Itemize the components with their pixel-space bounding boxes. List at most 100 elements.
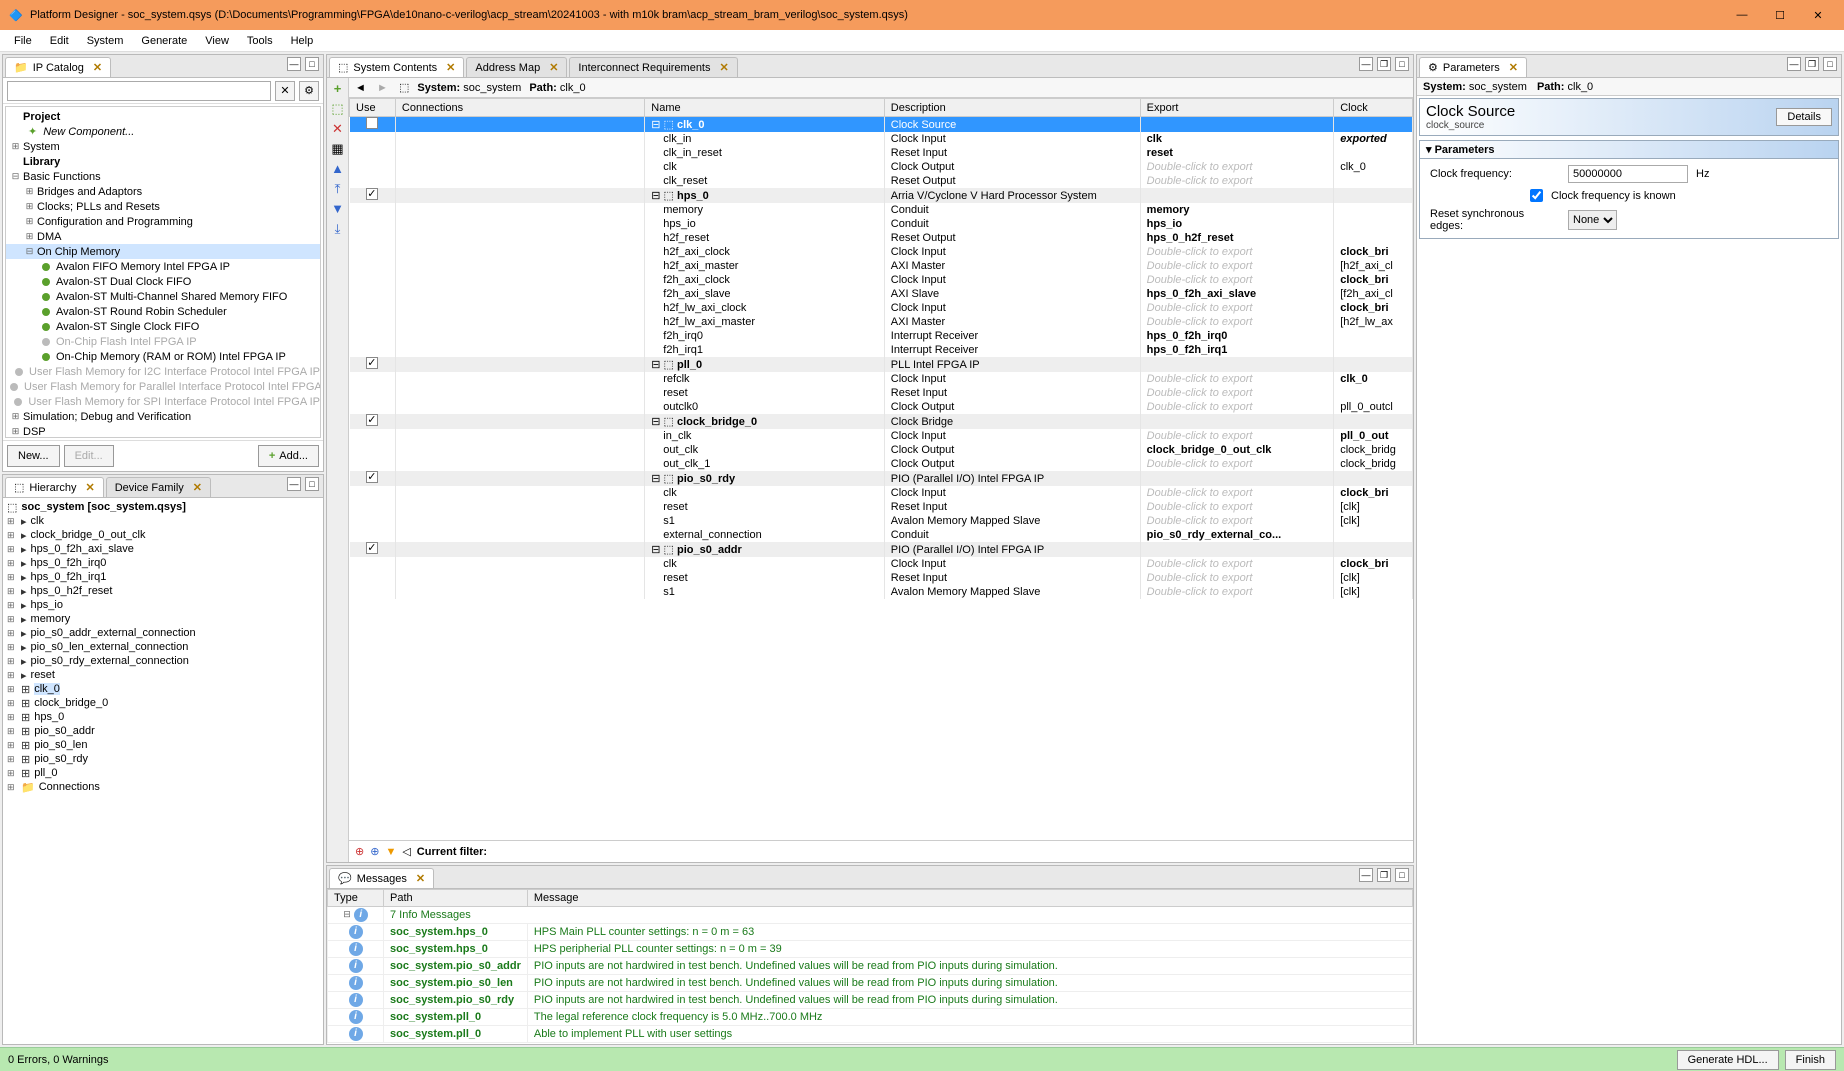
menu-system[interactable]: System <box>79 33 132 49</box>
menu-edit[interactable]: Edit <box>42 33 77 49</box>
message-row[interactable]: isoc_system.hps_0HPS Main PLL counter se… <box>328 924 1413 941</box>
close-icon[interactable]: ✕ <box>1509 61 1518 74</box>
table-row[interactable]: resetReset InputDouble-click to export <box>350 386 1413 400</box>
ip-tree-item[interactable]: ⊟Basic Functions <box>6 169 320 184</box>
table-row[interactable]: ⊟ ⬚ pio_s0_rdyPIO (Parallel I/O) Intel F… <box>350 471 1413 486</box>
ip-tree-item[interactable]: On-Chip Memory (RAM or ROM) Intel FPGA I… <box>6 349 320 364</box>
close-button[interactable]: ✕ <box>1808 9 1828 22</box>
table-row[interactable]: clkClock InputDouble-click to exportcloc… <box>350 486 1413 500</box>
table-row[interactable]: out_clkClock Outputclock_bridge_0_out_cl… <box>350 443 1413 457</box>
remove-icon[interactable]: ✕ <box>331 122 345 136</box>
clock-known-checkbox[interactable] <box>1530 189 1543 202</box>
hierarchy-item[interactable]: ⊞▸hps_0_h2f_reset <box>7 584 319 598</box>
table-row[interactable]: resetReset InputDouble-click to export[c… <box>350 500 1413 514</box>
table-row[interactable]: s1Avalon Memory Mapped SlaveDouble-click… <box>350 585 1413 599</box>
add-button[interactable]: +Add... <box>258 445 319 467</box>
minimize-panel-icon[interactable]: — <box>1359 57 1373 71</box>
hierarchy-item[interactable]: ⊞⊞pio_s0_addr <box>7 724 319 738</box>
ip-tree-item[interactable]: ⊞Simulation; Debug and Verification <box>6 409 320 424</box>
hierarchy-item[interactable]: ⊞⊞pio_s0_rdy <box>7 752 319 766</box>
hierarchy-item[interactable]: ⊞▸pio_s0_addr_external_connection <box>7 626 319 640</box>
forward-icon[interactable]: ► <box>377 82 391 94</box>
table-row[interactable]: clkClock InputDouble-click to exportcloc… <box>350 557 1413 571</box>
table-row[interactable]: h2f_lw_axi_clockClock InputDouble-click … <box>350 301 1413 315</box>
new-button[interactable]: New... <box>7 445 60 467</box>
table-row[interactable]: hps_ioConduithps_io <box>350 217 1413 231</box>
ip-tree-item[interactable]: Avalon-ST Single Clock FIFO <box>6 319 320 334</box>
restore-panel-icon[interactable]: ❐ <box>1377 868 1391 882</box>
table-row[interactable]: clk_resetReset OutputDouble-click to exp… <box>350 174 1413 188</box>
table-row[interactable]: ⊟ ⬚ pio_s0_addrPIO (Parallel I/O) Intel … <box>350 542 1413 557</box>
ip-tree-item[interactable]: ⊟On Chip Memory <box>6 244 320 259</box>
ip-tree-item[interactable]: ⊞DSP <box>6 424 320 438</box>
table-row[interactable]: resetReset InputDouble-click to export[c… <box>350 571 1413 585</box>
clear-search-icon[interactable]: ✕ <box>275 81 295 101</box>
ip-tree-item[interactable]: Project <box>6 109 320 124</box>
messages-table[interactable]: Type Path Message ⊟ i7 Info Messagesisoc… <box>327 889 1413 1043</box>
table-row[interactable]: ⊟ ⬚ pll_0PLL Intel FPGA IP <box>350 357 1413 372</box>
hierarchy-item[interactable]: ⊞▸hps_0_f2h_irq0 <box>7 556 319 570</box>
maximize-button[interactable]: ☐ <box>1770 9 1790 22</box>
table-row[interactable]: in_clkClock InputDouble-click to exportp… <box>350 429 1413 443</box>
tab-device-family[interactable]: Device Family ✕ <box>106 477 211 497</box>
finish-button[interactable]: Finish <box>1785 1050 1836 1070</box>
maximize-panel-icon[interactable]: □ <box>1823 57 1837 71</box>
table-row[interactable]: f2h_irq0Interrupt Receiverhps_0_f2h_irq0 <box>350 329 1413 343</box>
hierarchy-item[interactable]: ⊞▸hps_0_f2h_axi_slave <box>7 542 319 556</box>
maximize-panel-icon[interactable]: □ <box>305 57 319 71</box>
close-icon[interactable]: ✕ <box>416 872 425 885</box>
use-checkbox[interactable] <box>366 471 378 483</box>
maximize-panel-icon[interactable]: □ <box>1395 57 1409 71</box>
move-top-icon[interactable]: ⤒ <box>331 182 345 196</box>
minimize-button[interactable]: — <box>1732 9 1752 22</box>
move-down-icon[interactable]: ▼ <box>331 202 345 216</box>
hierarchy-item[interactable]: ⊞▸pio_s0_len_external_connection <box>7 640 319 654</box>
message-row[interactable]: isoc_system.hps_0HPS peripherial PLL cou… <box>328 941 1413 958</box>
add-icon[interactable]: + <box>331 82 345 96</box>
use-checkbox[interactable] <box>366 357 378 369</box>
minimize-panel-icon[interactable]: — <box>1359 868 1373 882</box>
ip-tree-item[interactable]: On-Chip Flash Intel FPGA IP <box>6 334 320 349</box>
hierarchy-item[interactable]: ⊞⊞pio_s0_len <box>7 738 319 752</box>
filter-icon-2[interactable]: ⊕ <box>370 845 379 858</box>
move-up-icon[interactable]: ▲ <box>331 162 345 176</box>
reset-edges-select[interactable]: None <box>1568 210 1617 230</box>
table-row[interactable]: refclkClock InputDouble-click to exportc… <box>350 372 1413 386</box>
close-icon[interactable]: ✕ <box>446 61 455 74</box>
minimize-panel-icon[interactable]: — <box>287 477 301 491</box>
restore-panel-icon[interactable]: ❐ <box>1377 57 1391 71</box>
ip-tree-item[interactable]: Avalon FIFO Memory Intel FPGA IP <box>6 259 320 274</box>
table-row[interactable]: external_connectionConduitpio_s0_rdy_ext… <box>350 528 1413 542</box>
message-row[interactable]: isoc_system.pll_0Able to implement PLL w… <box>328 1026 1413 1043</box>
ip-tree-item[interactable]: User Flash Memory for SPI Interface Prot… <box>6 394 320 409</box>
table-row[interactable]: h2f_axi_clockClock InputDouble-click to … <box>350 245 1413 259</box>
menu-file[interactable]: File <box>6 33 40 49</box>
hierarchy-item[interactable]: ⊞⊞clk_0 <box>7 682 319 696</box>
filter-funnel-icon[interactable]: ▼ <box>385 846 396 858</box>
menu-view[interactable]: View <box>197 33 237 49</box>
hierarchy-item[interactable]: ⊞▸clk <box>7 514 319 528</box>
use-checkbox[interactable] <box>366 188 378 200</box>
edit-button[interactable]: Edit... <box>64 445 114 467</box>
move-bottom-icon[interactable]: ⤓ <box>331 222 345 236</box>
filter-icon-1[interactable]: ⊕ <box>355 845 364 858</box>
hierarchy-item[interactable]: ⊞📁Connections <box>7 780 319 794</box>
use-checkbox[interactable] <box>366 542 378 554</box>
minimize-panel-icon[interactable]: — <box>1787 57 1801 71</box>
table-row[interactable]: s1Avalon Memory Mapped SlaveDouble-click… <box>350 514 1413 528</box>
hierarchy-item[interactable]: ⊞▸hps_0_f2h_irq1 <box>7 570 319 584</box>
maximize-panel-icon[interactable]: □ <box>1395 868 1409 882</box>
tab-hierarchy[interactable]: ⬚ Hierarchy ✕ <box>5 477 104 497</box>
table-row[interactable]: f2h_irq1Interrupt Receiverhps_0_f2h_irq1 <box>350 343 1413 357</box>
clock-frequency-input[interactable] <box>1568 165 1688 183</box>
ip-tree-item[interactable]: ⊞System <box>6 139 320 154</box>
table-row[interactable]: f2h_axi_slaveAXI Slavehps_0_f2h_axi_slav… <box>350 287 1413 301</box>
message-row[interactable]: isoc_system.pio_s0_lenPIO inputs are not… <box>328 975 1413 992</box>
ip-tree-item[interactable]: ⊞Clocks; PLLs and Resets <box>6 199 320 214</box>
hierarchy-item[interactable]: ⊞▸pio_s0_rdy_external_connection <box>7 654 319 668</box>
hierarchy-item[interactable]: ⊞▸hps_io <box>7 598 319 612</box>
system-contents-table[interactable]: Use Connections Name Description Export … <box>349 98 1413 599</box>
back-icon[interactable]: ◄ <box>355 82 369 94</box>
ip-tree-item[interactable]: Avalon-ST Dual Clock FIFO <box>6 274 320 289</box>
close-icon[interactable]: ✕ <box>193 481 202 494</box>
